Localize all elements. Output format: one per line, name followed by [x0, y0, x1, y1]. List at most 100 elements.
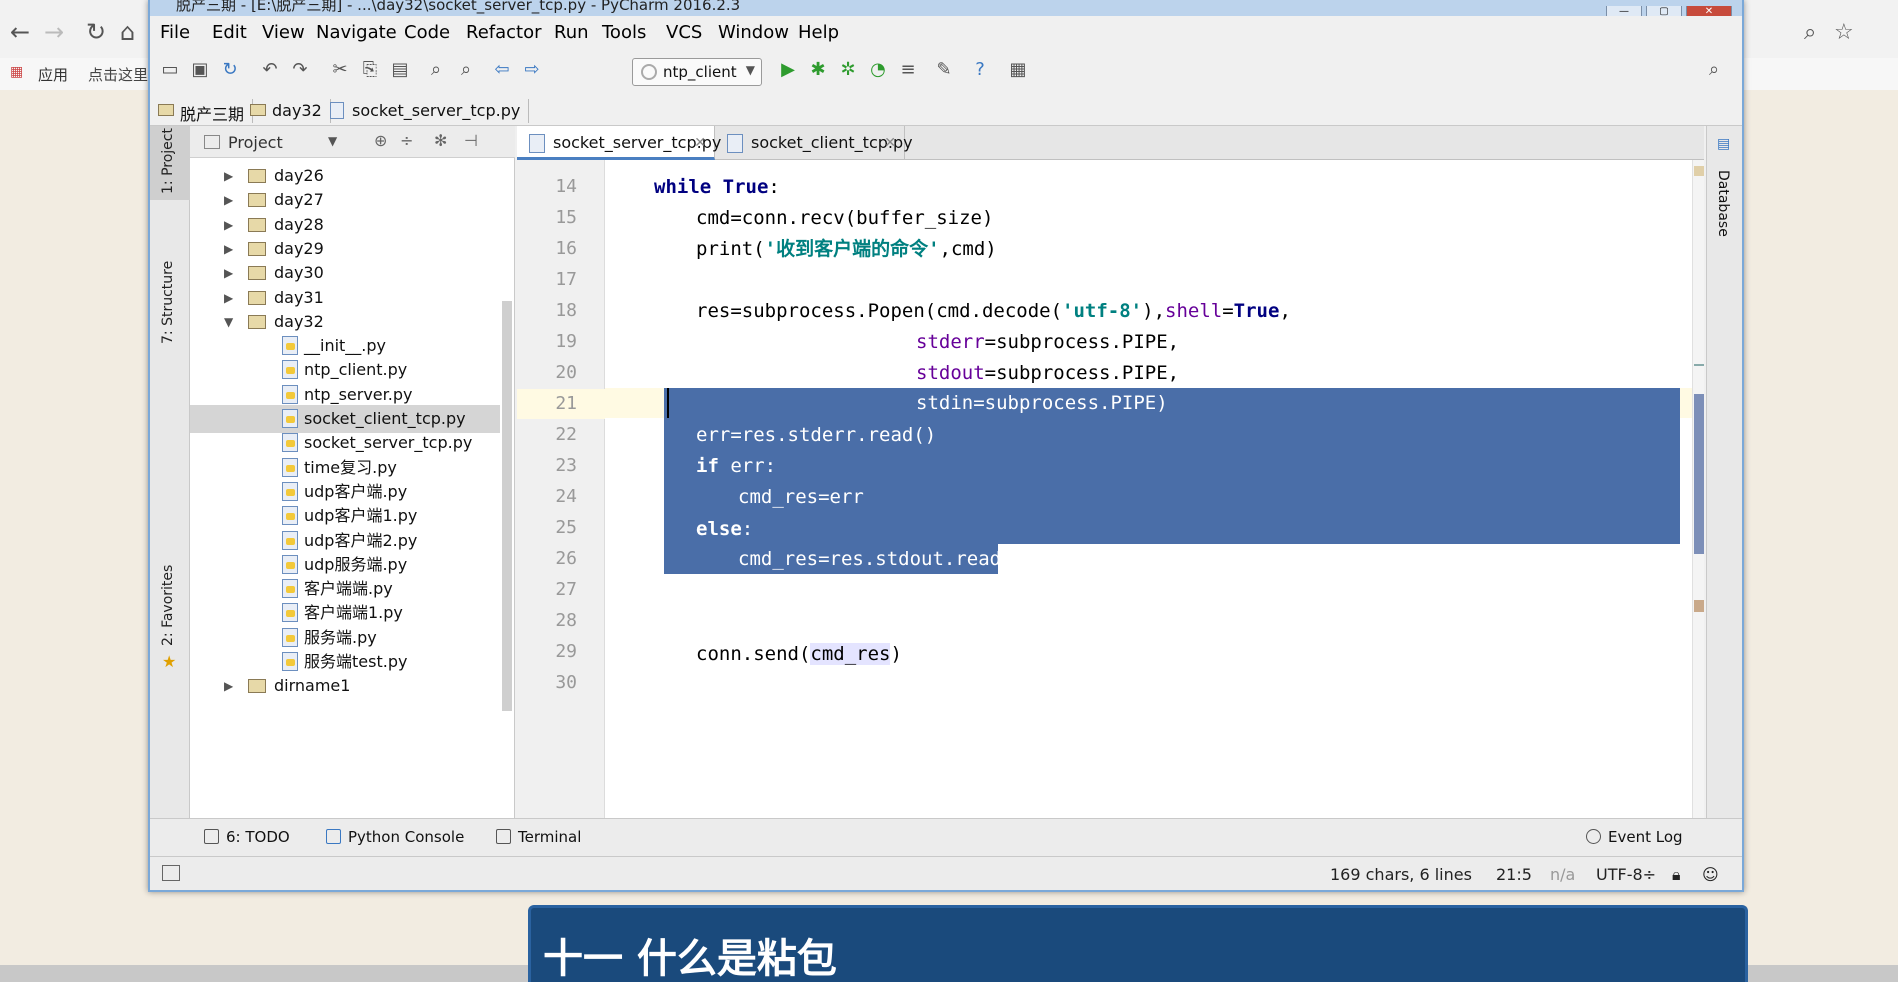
paste-icon[interactable]: ▤ — [388, 58, 412, 82]
bookmark-apps[interactable]: 应用 — [38, 64, 68, 85]
line-number: 24 — [555, 486, 577, 507]
debug-icon[interactable]: ✱ — [806, 58, 830, 82]
profile-icon[interactable]: ◔ — [866, 58, 890, 82]
minimize-button[interactable]: — — [1606, 6, 1642, 16]
tool-tab-favorites[interactable]: 2: Favorites — [160, 565, 176, 646]
tree-item-label: dirname1 — [274, 676, 351, 696]
coverage-icon[interactable]: ✲ — [836, 58, 860, 82]
collapse-all-icon[interactable]: ÷ — [400, 131, 413, 150]
tool-tab-database[interactable]: Database — [1715, 170, 1731, 237]
chevron-right-icon[interactable]: ▶ — [224, 672, 233, 700]
close-icon[interactable]: ✕ — [884, 126, 896, 160]
redo-icon[interactable]: ↷ — [288, 58, 312, 82]
inspector-icon[interactable]: ☺ — [1702, 865, 1719, 884]
error-stripe[interactable] — [1692, 160, 1704, 818]
scroll-from-source-icon[interactable]: ⊕ — [374, 131, 387, 150]
line-number: 30 — [555, 672, 577, 693]
python-file-icon — [282, 336, 298, 356]
folder-icon — [248, 266, 266, 281]
python-file-icon — [282, 554, 298, 574]
bookmark-star-icon[interactable]: ☆ — [1834, 20, 1854, 45]
caret-position[interactable]: 21:5 — [1496, 865, 1532, 884]
tree-folder[interactable]: ▶ dirname1 — [190, 672, 500, 700]
search-everywhere-icon[interactable]: ⌕ — [1702, 58, 1726, 82]
back-nav-icon[interactable]: ⇦ — [490, 58, 514, 82]
undo-icon[interactable]: ↶ — [258, 58, 282, 82]
back-icon[interactable]: ← — [10, 18, 30, 46]
project-pane: Project ▼ ⊕ ÷ ✻ ⊣ ▶ day26 ▶ day27 ▶ day28 ▶ day… — [190, 126, 515, 818]
close-icon[interactable]: ✕ — [694, 126, 706, 160]
python-file-icon — [282, 627, 298, 647]
help-icon[interactable]: ? — [968, 58, 992, 82]
replace-icon[interactable]: ⌕ — [454, 58, 478, 82]
tab-socket-client-tcp[interactable]: socket_client_tcp.py ✕ — [715, 126, 913, 160]
menu-refactor[interactable]: Refactor — [466, 22, 542, 43]
run-config-label: ntp_client — [663, 63, 737, 81]
run-tests-icon[interactable]: ≡ — [896, 58, 920, 82]
home-icon[interactable]: ⌂ — [120, 18, 135, 46]
menu-tools[interactable]: Tools — [602, 22, 646, 43]
menu-help[interactable]: Help — [798, 22, 839, 43]
tool-tab-structure[interactable]: 7: Structure — [160, 261, 176, 344]
sync-icon[interactable]: ↻ — [218, 58, 242, 82]
tool-tab-project[interactable]: 1: Project — [160, 128, 176, 194]
line-number-gutter: 14 15 16 17 18 19 20 21 22 23 24 25 26 27 28 29 30 — [517, 160, 605, 818]
copy-icon[interactable]: ⎘ — [358, 58, 382, 82]
lock-icon[interactable]: 🔒︎ — [1672, 865, 1681, 885]
code-line-15: cmd=conn.recv(buffer_size) — [696, 207, 994, 229]
tool-tab-python-console[interactable]: Python Console — [326, 828, 464, 846]
breadcrumb-day32[interactable]: day32 — [242, 99, 331, 123]
breadcrumb-project[interactable]: 脱产三期 — [150, 99, 254, 124]
file-encoding[interactable]: UTF-8÷ — [1596, 865, 1656, 884]
tool-tab-terminal[interactable]: Terminal — [496, 828, 581, 846]
menu-navigate[interactable]: Navigate — [316, 22, 397, 43]
selection-left-gap — [605, 388, 664, 418]
menu-window[interactable]: Window — [718, 22, 789, 43]
menu-file[interactable]: File — [160, 22, 190, 43]
event-log-icon — [1586, 829, 1601, 844]
line-number: 23 — [555, 455, 577, 476]
bottom-tool-tabs: 6: TODO Python Console Terminal Event Lo… — [150, 818, 1742, 856]
find-icon[interactable]: ⌕ — [424, 58, 448, 82]
run-icon[interactable]: ▶ — [776, 58, 800, 82]
code-area[interactable]: while True: cmd=conn.recv(buffer_size) p… — [605, 160, 1692, 818]
menu-run[interactable]: Run — [554, 22, 589, 43]
hide-icon[interactable]: ⊣ — [464, 131, 478, 150]
cut-icon[interactable]: ✂ — [328, 58, 352, 82]
breadcrumb-file[interactable]: socket_server_tcp.py — [322, 99, 530, 123]
sdk-manager-icon[interactable]: ▦ — [1006, 58, 1030, 82]
menu-view[interactable]: View — [262, 22, 305, 43]
project-header-label[interactable]: Project — [228, 133, 283, 152]
tab-socket-server-tcp[interactable]: socket_server_tcp.py ✕ — [517, 126, 721, 160]
line-number: 14 — [555, 176, 577, 197]
tool-tab-event-log[interactable]: Event Log — [1586, 828, 1683, 846]
apps-icon[interactable]: ▦ — [10, 64, 23, 80]
project-tree: ▶ day26 ▶ day27 ▶ day28 ▶ day29 ▶ day30 ▶ day31 ▼ day… — [190, 158, 500, 818]
maximize-button[interactable]: ▢ — [1646, 6, 1682, 16]
line-number: 16 — [555, 238, 577, 259]
open-icon[interactable]: ▭ — [158, 58, 182, 82]
tool-tab-todo[interactable]: 6: TODO — [204, 828, 290, 846]
left-tool-stripe: 1: Project 7: Structure 2: Favorites ★ — [150, 126, 190, 818]
toggle-tool-windows-icon[interactable] — [162, 865, 180, 881]
forward-icon[interactable]: → — [44, 18, 64, 46]
python-file-icon — [282, 457, 298, 477]
bookmark-click-here[interactable]: 点击这里 — [88, 64, 148, 85]
menu-vcs[interactable]: VCS — [666, 22, 702, 43]
menu-code[interactable]: Code — [404, 22, 450, 43]
run-config-select[interactable]: ntp_client ▼ — [632, 58, 762, 86]
forward-nav-icon[interactable]: ⇨ — [520, 58, 544, 82]
settings-wrench-icon[interactable]: ✎ — [932, 58, 956, 82]
save-icon[interactable]: ▣ — [188, 58, 212, 82]
project-view-icon — [204, 135, 220, 149]
reload-icon[interactable]: ↻ — [86, 18, 106, 46]
gear-icon[interactable]: ✻ — [434, 131, 447, 150]
python-file-icon — [529, 134, 545, 153]
menu-edit[interactable]: Edit — [212, 22, 247, 43]
chevron-down-icon[interactable]: ▼ — [328, 134, 337, 148]
breadcrumb-label: day32 — [272, 101, 322, 120]
tree-scrollbar[interactable] — [502, 301, 512, 711]
python-file-icon — [282, 481, 298, 501]
close-button[interactable]: ✕ — [1686, 6, 1732, 16]
zoom-icon[interactable]: ⌕ — [1804, 20, 1816, 45]
